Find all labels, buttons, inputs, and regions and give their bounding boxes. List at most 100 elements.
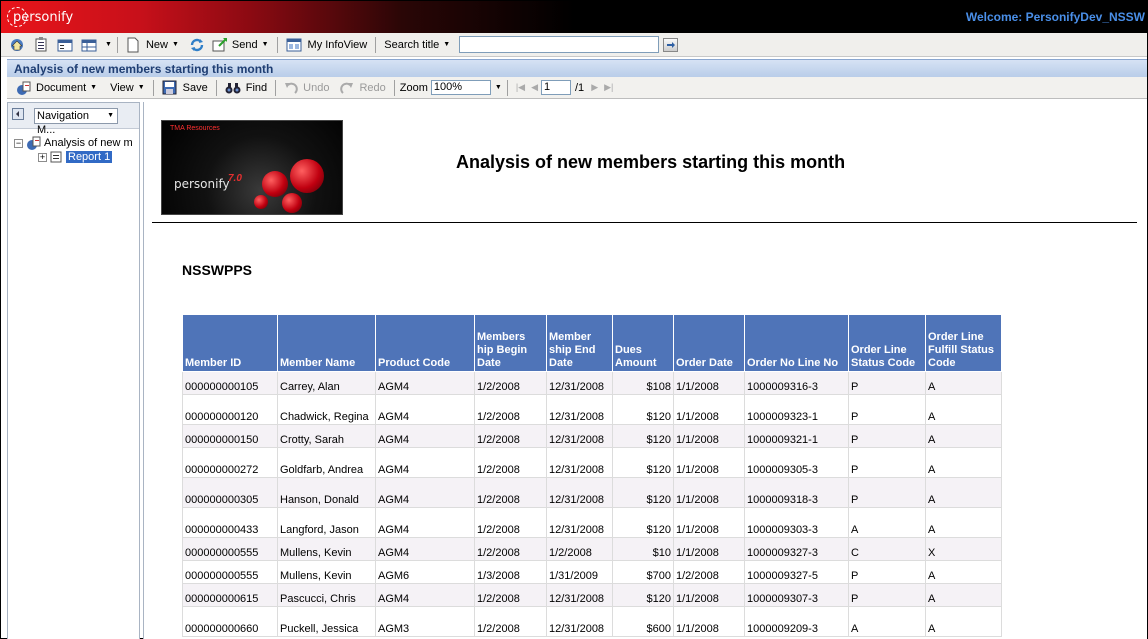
table-cell: $700 <box>612 560 674 584</box>
search-input[interactable] <box>459 36 660 53</box>
table-cell: 1/1/2008 <box>673 424 745 448</box>
table-cell: P <box>848 560 926 584</box>
table-cell: 000000000555 <box>182 537 278 561</box>
tree-expand-toggle[interactable]: + <box>38 152 47 162</box>
search-title-arrow[interactable]: ▼ <box>443 41 450 48</box>
table-cell: Chadwick, Regina <box>277 394 376 425</box>
table-cell: A <box>925 371 1002 395</box>
table-cell: 12/31/2008 <box>546 394 613 425</box>
table-cell: AGM4 <box>375 507 475 538</box>
table-cell: 1000009323-1 <box>744 394 849 425</box>
search-go-button[interactable] <box>663 37 679 52</box>
view-menu-button[interactable]: View ▼ <box>110 82 145 94</box>
last-page-icon[interactable]: ▶| <box>604 82 613 93</box>
table-row: 000000000555 Mullens, Kevin AGM6 1/3/2008 1/… <box>182 560 1002 584</box>
page-number-input[interactable]: 1 <box>541 80 571 95</box>
tree-item-report-1[interactable]: + Report 1 <box>38 151 113 163</box>
navigation-mode-select[interactable]: Navigation M... ▼ <box>34 107 118 136</box>
table-cell: $600 <box>612 606 674 637</box>
new-button[interactable]: New ▼ <box>126 37 179 53</box>
document-title: Analysis of new members starting this mo… <box>14 62 274 76</box>
table-cell: $120 <box>612 583 674 607</box>
document-dropdown-arrow[interactable]: ▼ <box>90 84 97 91</box>
send-icon <box>212 37 227 51</box>
table-row: 000000000105 Carrey, Alan AGM4 1/2/2008 12/3… <box>182 371 1002 395</box>
report-view: TMA Resources personify 7.0 Analysis of … <box>143 102 1147 639</box>
table-cell: 1/3/2008 <box>474 560 547 584</box>
report-title: Analysis of new members starting this mo… <box>456 152 846 172</box>
table-cell: 12/31/2008 <box>546 371 613 395</box>
view-grid-icon[interactable] <box>80 36 98 54</box>
toolbar-separator <box>152 79 154 96</box>
organization-name: NSSWPPS <box>182 262 253 278</box>
redo-button[interactable]: Redo <box>340 81 386 95</box>
save-button[interactable]: Save <box>162 80 208 95</box>
table-cell: Goldfarb, Andrea <box>277 447 376 478</box>
table-cell: 12/31/2008 <box>546 583 613 607</box>
my-infoview-button[interactable]: My InfoView <box>286 37 367 53</box>
document-list-icon[interactable] <box>32 36 50 54</box>
find-button[interactable]: Find <box>225 81 267 95</box>
toolbar-separator <box>275 79 277 96</box>
table-cell: 12/31/2008 <box>546 424 613 448</box>
chevron-down-icon: ▼ <box>107 111 114 119</box>
column-header: Order Line Fulfill Status Code <box>925 314 1002 372</box>
folders-icon[interactable] <box>56 36 74 54</box>
collapse-panel-icon[interactable] <box>12 108 24 123</box>
search-title-dropdown[interactable]: Search title ▼ <box>384 39 450 51</box>
table-cell: Puckell, Jessica <box>277 606 376 637</box>
table-row: 000000000150 Crotty, Sarah AGM4 1/2/2008 12/… <box>182 424 1002 448</box>
zoom-input[interactable]: 100% <box>430 80 491 95</box>
table-cell: 1/1/2008 <box>673 507 745 538</box>
table-cell: 000000000433 <box>182 507 278 538</box>
table-cell: A <box>925 606 1002 637</box>
table-cell: AGM4 <box>375 477 475 508</box>
undo-button[interactable]: Undo <box>284 81 329 95</box>
table-cell: A <box>925 477 1002 508</box>
toolbar-separator <box>393 79 395 96</box>
infoview-icon <box>286 38 302 51</box>
table-cell: 12/31/2008 <box>546 606 613 637</box>
home-icon[interactable] <box>8 36 26 54</box>
table-cell: C <box>848 537 926 561</box>
table-cell: 1/2/2008 <box>474 394 547 425</box>
undo-icon <box>285 82 298 94</box>
first-page-icon[interactable]: |◀ <box>516 82 525 93</box>
zoom-dropdown-arrow[interactable]: ▼ <box>495 84 502 91</box>
table-cell: $10 <box>612 537 674 561</box>
table-cell: 1/2/2008 <box>474 477 547 508</box>
table-cell: A <box>925 394 1002 425</box>
toolbar-separator <box>375 36 377 53</box>
view-menu-arrow[interactable]: ▼ <box>138 84 145 91</box>
table-cell: Hanson, Donald <box>277 477 376 508</box>
table-header-row: Member ID Member Name Product Code Members … <box>182 314 1002 372</box>
toolbar-separator <box>276 36 278 53</box>
table-cell: 12/31/2008 <box>546 477 613 508</box>
new-dropdown-arrow[interactable]: ▼ <box>172 41 179 48</box>
refresh-icon[interactable] <box>188 36 206 54</box>
table-cell: P <box>848 424 926 448</box>
document-title-band: Analysis of new members starting this mo… <box>7 59 1147 77</box>
tree-item-root[interactable]: − Analysis of new m <box>14 135 133 151</box>
document-menu-button[interactable]: Document ▼ <box>16 80 97 96</box>
tree-collapse-toggle[interactable]: − <box>14 138 23 148</box>
table-cell: A <box>848 606 926 637</box>
navigation-panel-header: Navigation M... ▼ <box>8 103 139 136</box>
next-page-icon[interactable]: ▶ <box>591 82 598 93</box>
page-total: /1 <box>575 81 585 94</box>
column-header: Order No Line No <box>744 314 849 372</box>
main-toolbar: ▼ New ▼ Send ▼ My InfoView Search title … <box>1 33 1147 57</box>
table-cell: P <box>848 394 926 425</box>
document-icon <box>17 81 31 95</box>
table-cell: 1000009327-3 <box>744 537 849 561</box>
prev-page-icon[interactable]: ◀ <box>531 82 538 93</box>
save-icon <box>162 80 177 95</box>
table-cell: 1/1/2008 <box>673 606 745 637</box>
table-cell: A <box>925 507 1002 538</box>
view-dropdown-arrow[interactable]: ▼ <box>105 41 112 48</box>
table-row: 000000000660 Puckell, Jessica AGM3 1/2/2008… <box>182 606 1002 637</box>
send-button[interactable]: Send ▼ <box>212 37 269 53</box>
table-cell: 1000009321-1 <box>744 424 849 448</box>
send-dropdown-arrow[interactable]: ▼ <box>262 41 269 48</box>
table-cell: 1/1/2008 <box>673 477 745 508</box>
